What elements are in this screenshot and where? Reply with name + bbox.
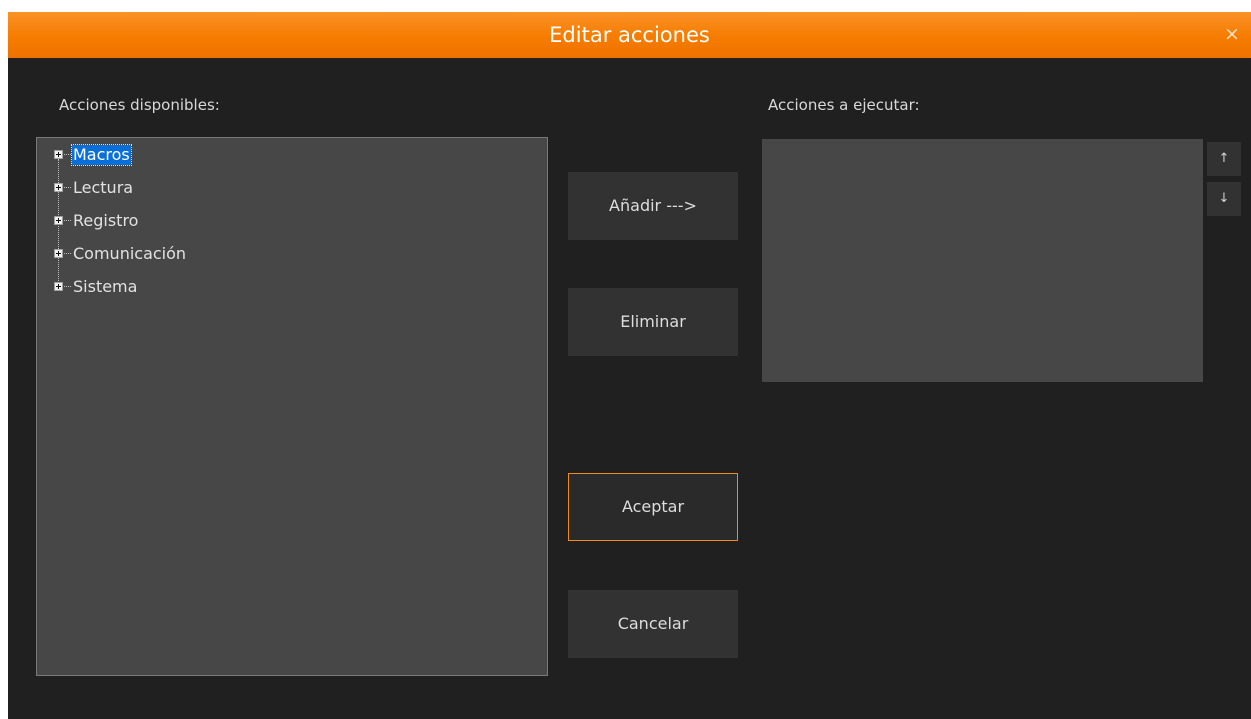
available-actions-tree[interactable]: Macros Lectura Registro Comunicación Sis…: [36, 137, 548, 676]
dialog-title: Editar acciones: [549, 23, 710, 47]
cancel-button[interactable]: Cancelar: [568, 590, 738, 658]
remove-button-label: Eliminar: [620, 312, 686, 331]
close-icon[interactable]: ×: [1221, 23, 1243, 45]
accept-button[interactable]: Aceptar: [568, 473, 738, 541]
tree-item-label: Sistema: [73, 277, 138, 296]
tree-item-registro[interactable]: Registro: [37, 210, 237, 232]
title-bar[interactable]: Editar acciones ×: [8, 12, 1251, 58]
tree-item-macros[interactable]: Macros: [37, 144, 237, 166]
accept-button-label: Aceptar: [621, 497, 685, 516]
plus-box-icon[interactable]: [54, 183, 63, 192]
add-button-label: Añadir --->: [609, 196, 697, 215]
arrow-down-icon: ↓: [1218, 191, 1230, 206]
tree-item-label: Registro: [73, 211, 139, 230]
plus-box-icon[interactable]: [54, 150, 63, 159]
tree-connector: [64, 253, 71, 254]
available-actions-label: Acciones disponibles:: [59, 96, 220, 114]
tree-item-comunicacion[interactable]: Comunicación: [37, 243, 237, 265]
tree-item-label: Lectura: [73, 178, 134, 197]
actions-to-execute-label: Acciones a ejecutar:: [768, 96, 920, 114]
tree-connector: [64, 187, 71, 188]
tree-item-label: Comunicación: [73, 244, 187, 263]
move-up-button[interactable]: ↑: [1207, 142, 1241, 176]
add-button[interactable]: Añadir --->: [568, 172, 738, 240]
tree-item-lectura[interactable]: Lectura: [37, 177, 237, 199]
arrow-up-icon: ↑: [1218, 151, 1230, 166]
tree-item-label: Macros: [71, 144, 132, 166]
tree-connector: [64, 154, 71, 155]
tree-connector: [64, 286, 71, 287]
plus-box-icon[interactable]: [54, 216, 63, 225]
move-down-button[interactable]: ↓: [1207, 182, 1241, 216]
remove-button[interactable]: Eliminar: [568, 288, 738, 356]
plus-box-icon[interactable]: [54, 282, 63, 291]
tree-connector: [64, 220, 71, 221]
edit-actions-dialog: Editar acciones × Acciones disponibles: …: [8, 12, 1251, 719]
actions-to-execute-list[interactable]: [762, 139, 1203, 382]
cancel-button-label: Cancelar: [617, 614, 689, 633]
tree-item-sistema[interactable]: Sistema: [37, 276, 237, 298]
plus-box-icon[interactable]: [54, 249, 63, 258]
